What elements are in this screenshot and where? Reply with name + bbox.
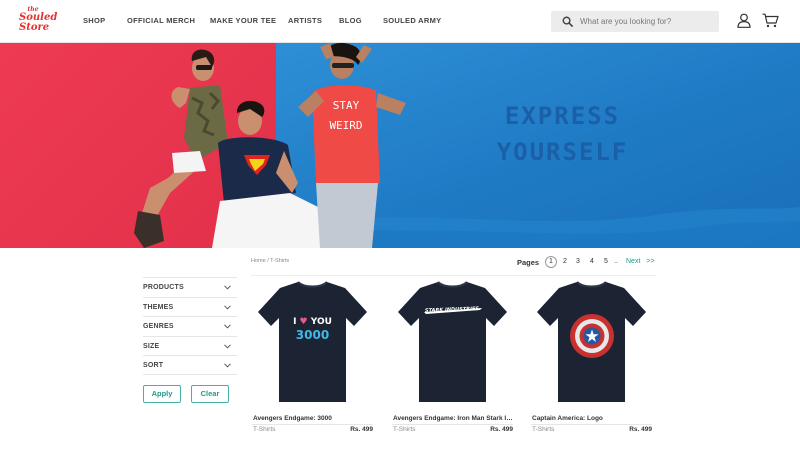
nav-official-merch[interactable]: OFFICIAL MERCH (127, 16, 195, 25)
product-name[interactable]: Captain America: Logo (532, 415, 653, 422)
svg-text:WEIRD: WEIRD (329, 119, 362, 132)
filter-sort[interactable]: SORT (143, 355, 237, 375)
svg-text:STAY: STAY (333, 99, 360, 112)
product-price: Rs. 499 (629, 426, 652, 433)
shopping-cart-icon[interactable] (762, 13, 779, 28)
page-1-link[interactable]: 1 (545, 256, 557, 268)
clear-filters-button[interactable]: Clear (191, 385, 229, 403)
product-name[interactable]: Avengers Endgame: Iron Man Stark Indu... (393, 415, 514, 422)
product-card[interactable]: Captain America: Logo T-Shirts Rs. 499 (531, 278, 652, 438)
filter-genres[interactable]: GENRES (143, 316, 237, 336)
search-input[interactable] (580, 14, 714, 29)
product-image[interactable]: STARK INDUSTRIES (392, 278, 513, 408)
product-image[interactable]: I ♥ YOU 3000 (252, 278, 373, 408)
product-divider (392, 424, 513, 425)
nav-souled-army[interactable]: SOULED ARMY (383, 16, 441, 25)
search-bar (551, 11, 719, 32)
nav-make-your-tee[interactable]: MAKE YOUR TEE (210, 16, 276, 25)
content-divider (251, 275, 656, 276)
product-category: T-Shirts (532, 426, 555, 433)
nav-artists[interactable]: ARTISTS (288, 16, 322, 25)
filter-size[interactable]: SIZE (143, 335, 237, 356)
product-price: Rs. 499 (350, 426, 373, 433)
product-card[interactable]: I ♥ YOU 3000 Avengers Endgame: 3000 T-Sh… (252, 278, 373, 438)
page-2-link[interactable]: 2 (559, 256, 571, 268)
apply-filters-button[interactable]: Apply (143, 385, 181, 403)
banner-models-photo: STAY WEIRD (134, 43, 406, 248)
chevron-down-icon (224, 324, 231, 329)
chevron-down-icon (224, 285, 231, 290)
page-4-link[interactable]: 4 (586, 256, 598, 268)
svg-text:3000: 3000 (296, 328, 329, 342)
breadcrumb[interactable]: Home / T-Shirts (251, 258, 289, 264)
product-name[interactable]: Avengers Endgame: 3000 (253, 415, 374, 422)
page-3-link[interactable]: 3 (572, 256, 584, 268)
svg-text:I ♥ YOU: I ♥ YOU (293, 317, 332, 327)
pagination-label: Pages (517, 258, 540, 267)
hero-banner[interactable]: STAY WEIRD EXPRESS YOURSELF (0, 43, 800, 248)
site-header: the Souled Store SHOP OFFICIAL MERCH MAK… (0, 0, 800, 43)
chevron-down-icon (224, 363, 231, 368)
filter-themes[interactable]: THEMES (143, 296, 237, 317)
product-image[interactable] (531, 278, 652, 408)
pagination-ellipsis: .. (614, 258, 618, 265)
chevron-down-icon (224, 304, 231, 310)
filter-products[interactable]: PRODUCTS (143, 277, 237, 297)
filter-sidebar: PRODUCTS THEMES GENRES SIZE SORT (143, 277, 237, 375)
banner-headline: EXPRESS YOURSELF (496, 102, 629, 166)
souled-store-logo[interactable]: the Souled Store (19, 7, 57, 35)
product-divider (252, 424, 373, 425)
product-card[interactable]: STARK INDUSTRIES Avengers Endgame: Iron … (392, 278, 514, 438)
search-icon[interactable] (562, 16, 573, 27)
product-price: Rs. 499 (490, 426, 513, 433)
chevron-down-icon (224, 343, 231, 349)
product-category: T-Shirts (253, 426, 276, 433)
nav-blog[interactable]: BLOG (339, 16, 362, 25)
nav-shop[interactable]: SHOP (83, 16, 105, 25)
next-page-link[interactable]: Next >> (626, 258, 655, 265)
user-account-icon[interactable] (737, 13, 751, 28)
product-category: T-Shirts (393, 426, 416, 433)
product-divider (531, 424, 652, 425)
